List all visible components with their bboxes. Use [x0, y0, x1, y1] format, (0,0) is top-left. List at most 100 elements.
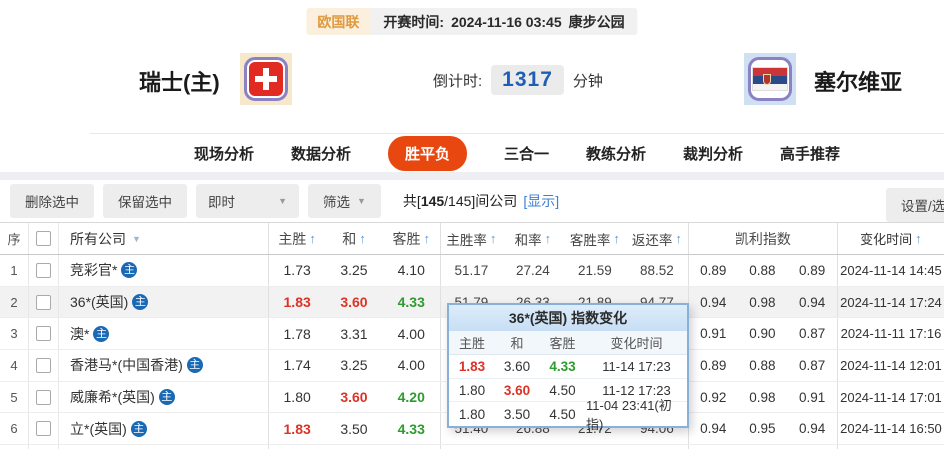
checkbox-cell	[28, 255, 58, 286]
company-name[interactable]: 竞彩官* 主	[58, 255, 268, 286]
company-label: 威廉希*(英国)	[70, 389, 155, 406]
kelly-value	[687, 445, 738, 449]
countdown-unit: 分钟	[572, 72, 603, 90]
header-kelly-index: 凯利指数	[687, 223, 837, 254]
tab-three-in-one[interactable]: 三合一	[504, 143, 549, 164]
delete-selected-button[interactable]: 删除选中	[10, 184, 94, 218]
company-name[interactable]: 立*(英国) 主	[58, 413, 268, 445]
away-team-flag-icon	[744, 53, 796, 105]
header-home-rate[interactable]: 主胜率 ↑	[439, 223, 502, 254]
popup-header-time: 变化时间	[610, 336, 663, 351]
sort-asc-icon: ↑	[489, 231, 497, 246]
tab-data-analysis[interactable]: 数据分析	[291, 143, 351, 164]
show-link[interactable]: [显示]	[523, 193, 559, 209]
draw-odds[interactable]: 3.60	[325, 382, 382, 413]
tab-coach-analysis[interactable]: 教练分析	[586, 143, 646, 164]
serbia-crest-icon	[763, 74, 771, 85]
draw-odds[interactable]: 3.25	[325, 350, 382, 381]
home-odds[interactable]: 1.83	[268, 286, 325, 318]
row-checkbox[interactable]	[36, 389, 51, 405]
company-count-current: 145	[420, 193, 445, 209]
change-time-value: 2024-11-14 17:01	[836, 381, 944, 413]
away-odds[interactable]: 4.33	[383, 413, 440, 444]
away-odds[interactable]: 4.33	[383, 287, 440, 318]
home-odds[interactable]: 1.83	[268, 413, 325, 445]
row-index: 6	[10, 421, 18, 437]
company-label: 竞彩官*	[70, 262, 118, 279]
popup-header-draw: 和	[510, 336, 524, 351]
header-company-label: 所有公司	[70, 230, 126, 247]
company-label: 36*(英国)	[70, 294, 129, 311]
away-odds[interactable]: 4.10	[383, 255, 440, 286]
filter-label: 筛选	[323, 195, 350, 210]
countdown: 倒计时: 1317 分钟	[433, 64, 603, 96]
select-all-checkbox[interactable]	[36, 231, 51, 246]
tab-live-analysis[interactable]: 现场分析	[194, 143, 254, 164]
company-name[interactable]: 香港马*(中国香港) 主	[58, 350, 268, 381]
kelly-value: 0.88	[749, 357, 776, 373]
draw-odds[interactable]: 3.50	[325, 413, 382, 444]
kelly-value: 0.90	[749, 326, 776, 342]
live-odds-dropdown[interactable]: 即时 ▼	[196, 184, 299, 218]
home-badge-icon: 主	[186, 357, 203, 374]
sort-asc-icon: ↑	[675, 231, 682, 246]
company-name[interactable]: 威廉希*(英国) 主	[58, 381, 268, 413]
chevron-down-icon: ▼	[278, 196, 287, 206]
kelly-value: 0.95	[749, 421, 776, 437]
kelly-value: 0.94	[687, 413, 738, 445]
table-row-partial	[0, 445, 944, 449]
kelly-value: 0.94	[687, 286, 738, 318]
header-return-rate[interactable]: 返还率 ↑	[626, 223, 688, 254]
header-company[interactable]: 所有公司 ▼	[58, 223, 268, 254]
kelly-value: 0.91	[798, 389, 826, 405]
popup-header-row: 主胜 和 客胜 变化时间	[449, 331, 687, 355]
popup-draw-odds: 3.50	[503, 406, 531, 422]
away-flag-frame	[748, 57, 792, 101]
kelly-value: 0.98	[749, 389, 776, 405]
row-index: 2	[10, 294, 18, 310]
header-away-rate[interactable]: 客胜率 ↑	[564, 223, 626, 254]
header-change-time[interactable]: 变化时间 ↑	[836, 223, 944, 254]
popup-away-odds: 4.50	[549, 406, 576, 422]
home-badge-icon: 主	[121, 262, 138, 279]
row-checkbox[interactable]	[36, 294, 51, 310]
row-checkbox[interactable]	[36, 262, 51, 278]
header-home-odds[interactable]: 主胜 ↑	[268, 223, 325, 254]
checkbox-cell	[28, 381, 58, 413]
filter-dropdown[interactable]: 筛选 ▼	[308, 184, 381, 218]
company-name[interactable]: 36*(英国) 主	[58, 286, 268, 318]
home-odds[interactable]: 1.78	[268, 318, 325, 350]
away-odds[interactable]: 4.00	[383, 318, 440, 349]
draw-odds[interactable]: 3.31	[325, 318, 382, 349]
keep-selected-button[interactable]: 保留选中	[103, 184, 187, 218]
away-odds[interactable]: 4.00	[383, 350, 440, 381]
venue-name: 康步公园	[568, 13, 625, 30]
company-label: 澳*	[70, 325, 90, 342]
popup-home-odds: 1.80	[458, 406, 486, 422]
checkbox-cell	[28, 350, 58, 381]
sort-asc-icon: ↑	[309, 231, 316, 246]
header-draw-rate[interactable]: 和率 ↑	[502, 223, 564, 254]
tab-expert-picks[interactable]: 高手推荐	[780, 143, 840, 164]
settings-select-button[interactable]: 设置/选择	[886, 188, 944, 222]
draw-odds[interactable]: 3.60	[325, 287, 382, 318]
tab-win-draw-lose[interactable]: 胜平负	[387, 135, 467, 171]
live-odds-label: 即时	[208, 195, 235, 210]
row-checkbox[interactable]	[36, 326, 51, 342]
row-checkbox[interactable]	[36, 421, 51, 437]
company-name[interactable]: 澳* 主	[58, 318, 268, 350]
home-odds[interactable]: 1.73	[268, 255, 325, 286]
draw-odds[interactable]: 3.25	[325, 255, 382, 286]
sort-asc-icon: ↑	[544, 231, 552, 246]
kelly-value: 0.87	[798, 357, 826, 373]
popup-header-home: 主胜	[458, 336, 485, 351]
away-odds[interactable]: 4.20	[383, 382, 440, 413]
row-checkbox[interactable]	[36, 357, 51, 373]
home-odds[interactable]: 1.80	[268, 381, 325, 413]
home-odds[interactable]: 1.74	[268, 350, 325, 381]
kelly-value: 0.91	[687, 318, 738, 350]
header-draw-odds[interactable]: 和 ↑	[325, 223, 382, 254]
tab-referee-analysis[interactable]: 裁判分析	[683, 143, 743, 164]
header-away-odds[interactable]: 客胜 ↑	[383, 223, 440, 254]
away-rate-value	[564, 445, 626, 449]
